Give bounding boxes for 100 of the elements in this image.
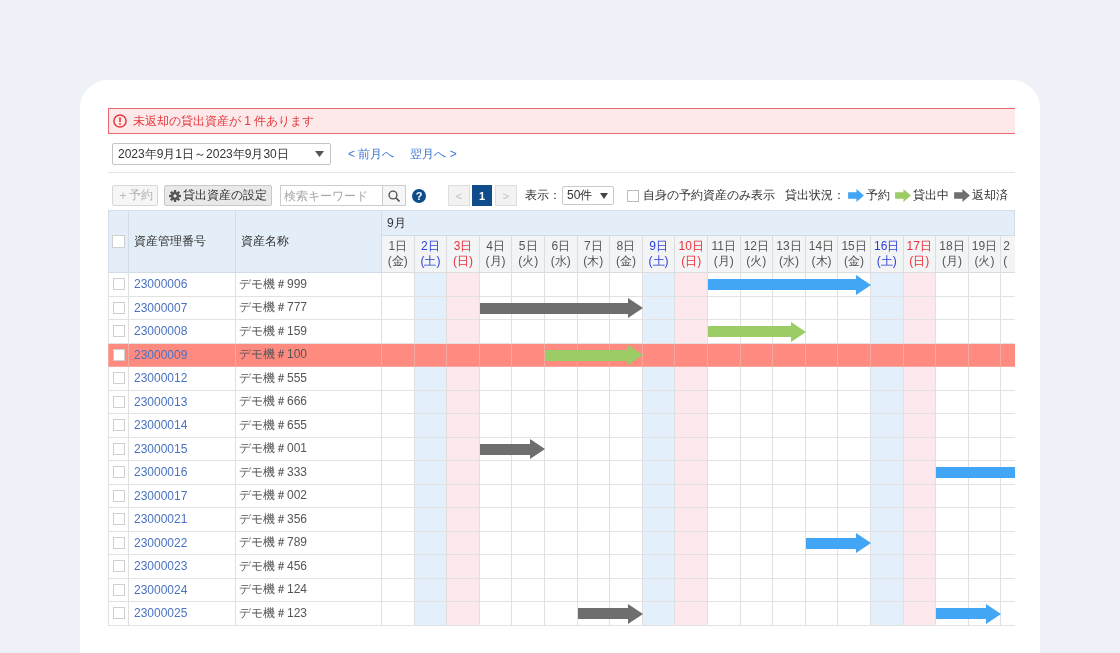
- asset-number-link[interactable]: 23000016: [134, 465, 188, 480]
- row-checkbox[interactable]: [112, 536, 125, 549]
- row-checkbox[interactable]: [112, 607, 125, 620]
- asset-name: デモ機＃456: [239, 557, 308, 575]
- row-checkbox[interactable]: [112, 325, 125, 338]
- legend-title: 貸出状況：: [785, 187, 846, 204]
- day-weekday: (火): [974, 254, 995, 269]
- asset-number-link[interactable]: 23000024: [134, 582, 188, 597]
- asset-name: デモ機＃666: [239, 393, 308, 411]
- settings-button[interactable]: 貸出資産の設定: [164, 185, 272, 206]
- checkbox-label[interactable]: 自身の予約資産のみ表示: [643, 187, 776, 204]
- asset-name: デモ機＃655: [239, 416, 308, 434]
- asset-number-link[interactable]: 23000013: [134, 394, 188, 409]
- row-checkbox[interactable]: [112, 395, 125, 408]
- asset-number-link[interactable]: 23000022: [134, 535, 188, 550]
- day-date: 2: [1003, 239, 1010, 254]
- row-checkbox[interactable]: [112, 372, 125, 385]
- asset-name: デモ機＃555: [239, 369, 308, 387]
- day-weekday: (木): [583, 254, 604, 269]
- asset-number-link[interactable]: 23000008: [134, 324, 188, 339]
- day-weekday: (金): [387, 254, 408, 269]
- asset-name: デモ機＃777: [239, 299, 308, 317]
- asset-number-link[interactable]: 23000014: [134, 418, 188, 433]
- row-checkbox[interactable]: [112, 301, 125, 314]
- asset-number-link[interactable]: 23000007: [134, 300, 188, 315]
- day-date: 2日: [421, 239, 440, 254]
- legend-label: 返却済: [972, 187, 1009, 204]
- day-date: 7日: [584, 239, 603, 254]
- row-checkbox[interactable]: [112, 419, 125, 432]
- previous-month-link[interactable]: < 前月へ: [348, 145, 395, 163]
- next-month-link[interactable]: 翌月へ >: [410, 145, 457, 163]
- row-checkbox[interactable]: [112, 513, 125, 526]
- row-checkbox[interactable]: [112, 442, 125, 455]
- caret-icon: [315, 151, 324, 157]
- legend-label: 貸出中: [913, 187, 950, 204]
- asset-name: デモ機＃124: [239, 581, 308, 599]
- asset-number-link[interactable]: 23000015: [134, 441, 188, 456]
- day-date: 19日: [971, 239, 998, 254]
- day-weekday: (: [1003, 254, 1008, 269]
- row-checkbox[interactable]: [112, 466, 125, 479]
- row-checkbox[interactable]: [112, 560, 125, 573]
- asset-name: デモ機＃356: [239, 510, 308, 528]
- day-weekday: (日): [453, 254, 473, 269]
- select-all-checkbox[interactable]: [112, 235, 125, 248]
- day-date: 5日: [518, 239, 538, 254]
- day-date: 15日: [841, 239, 867, 254]
- day-weekday: (月): [485, 254, 506, 269]
- asset-name: デモ機＃100: [239, 346, 308, 364]
- search-button[interactable]: [382, 185, 406, 206]
- checkbox[interactable]: [627, 189, 640, 202]
- day-date: 9日: [649, 239, 668, 254]
- day-weekday: (月): [941, 254, 962, 269]
- day-date: 8日: [616, 239, 636, 254]
- day-date: 3日: [453, 239, 473, 254]
- alert-message: 未返却の貸出資産が 1 件あります: [133, 112, 315, 130]
- day-date: 4日: [486, 239, 505, 254]
- asset-name: デモ機＃159: [239, 322, 308, 340]
- row-checkbox[interactable]: [112, 489, 125, 502]
- gear-icon: [169, 189, 181, 202]
- asset-number-link[interactable]: 23000025: [134, 606, 188, 621]
- asset-number-link[interactable]: 23000021: [134, 512, 188, 527]
- day-date: 1日: [388, 239, 408, 254]
- day-date: 14日: [808, 239, 835, 254]
- asset-number-link[interactable]: 23000023: [134, 559, 188, 574]
- help-button[interactable]: ?: [412, 188, 426, 203]
- column-header: 資産管理番号: [134, 233, 206, 250]
- search-icon: [388, 189, 400, 202]
- month-label: 9月: [387, 214, 406, 232]
- search-field[interactable]: 検索キーワード: [280, 185, 382, 206]
- day-weekday: (火): [518, 254, 539, 269]
- day-date: 18日: [939, 239, 965, 254]
- day-weekday: (土): [876, 254, 897, 269]
- day-weekday: (土): [420, 254, 441, 269]
- day-weekday: (日): [909, 254, 930, 269]
- row-checkbox[interactable]: [112, 278, 125, 291]
- day-weekday: (火): [746, 254, 767, 269]
- legend-label: 予約: [866, 187, 891, 204]
- page-size-select[interactable]: 50件: [562, 186, 615, 205]
- day-weekday: (木): [811, 254, 832, 269]
- day-weekday: (金): [615, 254, 636, 269]
- day-weekday: (土): [648, 254, 669, 269]
- asset-name: デモ機＃333: [239, 463, 308, 481]
- day-weekday: (日): [681, 254, 702, 269]
- day-weekday: (金): [844, 254, 865, 269]
- date-range-select[interactable]: 2023年9月1日～2023年9月30日: [112, 143, 331, 165]
- day-weekday: (水): [550, 254, 571, 269]
- asset-name: デモ機＃123: [239, 604, 308, 622]
- page-size-label: 表示：: [525, 187, 561, 204]
- page-button[interactable]: 1: [472, 185, 492, 206]
- day-date: 13日: [776, 239, 802, 254]
- day-weekday: (水): [778, 254, 799, 269]
- caret-icon: [600, 192, 609, 199]
- day-date: 10日: [678, 239, 704, 254]
- row-checkbox[interactable]: [112, 583, 125, 596]
- asset-number-link[interactable]: 23000012: [134, 371, 188, 386]
- asset-number-link[interactable]: 23000017: [134, 488, 188, 503]
- row-checkbox[interactable]: [112, 348, 125, 361]
- day-date: 12日: [743, 239, 769, 254]
- column-header: 資産名称: [241, 233, 289, 250]
- asset-number-link[interactable]: 23000006: [134, 277, 188, 292]
